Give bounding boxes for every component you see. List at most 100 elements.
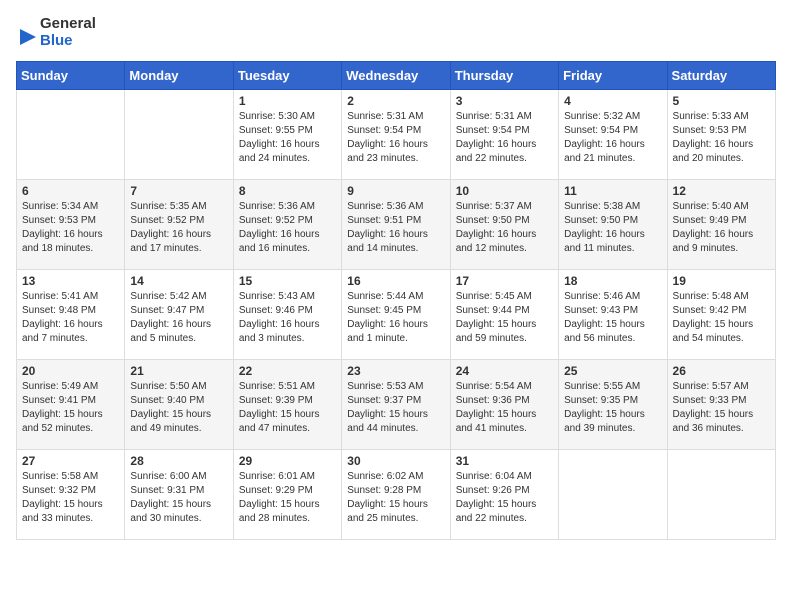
calendar-cell: 13 Sunrise: 5:41 AM Sunset: 9:48 PM Dayli… — [17, 270, 125, 360]
day-number: 9 — [347, 184, 444, 198]
day-number: 31 — [456, 454, 553, 468]
day-info: Sunrise: 5:31 AM Sunset: 9:54 PM Dayligh… — [347, 110, 444, 166]
day-info: Sunrise: 5:33 AM Sunset: 9:53 PM Dayligh… — [673, 110, 770, 166]
calendar-cell: 30 Sunrise: 6:02 AM Sunset: 9:28 PM Dayli… — [342, 450, 450, 540]
calendar-cell: 31 Sunrise: 6:04 AM Sunset: 9:26 PM Dayli… — [450, 450, 558, 540]
calendar-cell: 16Sunrise: 5:44 AM Sunset: 9:45 PM Dayli… — [342, 270, 450, 360]
day-info: Sunrise: 5:46 AM Sunset: 9:43 PM Dayligh… — [564, 290, 661, 346]
day-number: 23 — [347, 364, 444, 378]
day-number: 24 — [456, 364, 553, 378]
calendar-cell — [125, 90, 233, 180]
calendar-cell: 10Sunrise: 5:37 AM Sunset: 9:50 PM Dayli… — [450, 180, 558, 270]
day-info: Sunrise: 5:53 AM Sunset: 9:37 PM Dayligh… — [347, 380, 444, 436]
day-number: 20 — [22, 364, 119, 378]
day-info: Sunrise: 5:49 AM Sunset: 9:41 PM Dayligh… — [22, 380, 119, 436]
day-number: 13 — [22, 274, 119, 288]
calendar-cell: 22Sunrise: 5:51 AM Sunset: 9:39 PM Dayli… — [233, 360, 341, 450]
day-info: Sunrise: 5:57 AM Sunset: 9:33 PM Dayligh… — [673, 380, 770, 436]
day-number: 4 — [564, 94, 661, 108]
calendar-cell: 12 Sunrise: 5:40 AM Sunset: 9:49 PM Dayli… — [667, 180, 775, 270]
day-number: 27 — [22, 454, 119, 468]
day-info: Sunrise: 6:00 AM Sunset: 9:31 PM Dayligh… — [130, 470, 227, 526]
calendar-cell: 3Sunrise: 5:31 AM Sunset: 9:54 PM Daylig… — [450, 90, 558, 180]
day-info: Sunrise: 5:50 AM Sunset: 9:40 PM Dayligh… — [130, 380, 227, 436]
column-header-saturday: Saturday — [667, 62, 775, 90]
week-row-3: 13 Sunrise: 5:41 AM Sunset: 9:48 PM Dayli… — [17, 270, 776, 360]
calendar-cell — [17, 90, 125, 180]
calendar-cell: 29Sunrise: 6:01 AM Sunset: 9:29 PM Dayli… — [233, 450, 341, 540]
column-header-sunday: Sunday — [17, 62, 125, 90]
week-row-4: 20 Sunrise: 5:49 AM Sunset: 9:41 PM Dayli… — [17, 360, 776, 450]
day-number: 21 — [130, 364, 227, 378]
day-number: 28 — [130, 454, 227, 468]
day-info: Sunrise: 5:58 AM Sunset: 9:32 PM Dayligh… — [22, 470, 119, 526]
day-number: 1 — [239, 94, 336, 108]
day-info: Sunrise: 5:40 AM Sunset: 9:49 PM Dayligh… — [673, 200, 770, 256]
calendar-cell: 2 Sunrise: 5:31 AM Sunset: 9:54 PM Daylig… — [342, 90, 450, 180]
calendar-cell: 5 Sunrise: 5:33 AM Sunset: 9:53 PM Daylig… — [667, 90, 775, 180]
calendar-cell: 4Sunrise: 5:32 AM Sunset: 9:54 PM Daylig… — [559, 90, 667, 180]
day-info: Sunrise: 6:02 AM Sunset: 9:28 PM Dayligh… — [347, 470, 444, 526]
day-info: Sunrise: 5:36 AM Sunset: 9:51 PM Dayligh… — [347, 200, 444, 256]
day-number: 30 — [347, 454, 444, 468]
day-number: 25 — [564, 364, 661, 378]
calendar-cell: 26 Sunrise: 5:57 AM Sunset: 9:33 PM Dayli… — [667, 360, 775, 450]
calendar-cell: 19 Sunrise: 5:48 AM Sunset: 9:42 PM Dayli… — [667, 270, 775, 360]
day-info: Sunrise: 5:42 AM Sunset: 9:47 PM Dayligh… — [130, 290, 227, 346]
day-info: Sunrise: 5:54 AM Sunset: 9:36 PM Dayligh… — [456, 380, 553, 436]
week-row-5: 27 Sunrise: 5:58 AM Sunset: 9:32 PM Dayli… — [17, 450, 776, 540]
day-info: Sunrise: 6:04 AM Sunset: 9:26 PM Dayligh… — [456, 470, 553, 526]
day-info: Sunrise: 5:51 AM Sunset: 9:39 PM Dayligh… — [239, 380, 336, 436]
calendar-cell: 25 Sunrise: 5:55 AM Sunset: 9:35 PM Dayli… — [559, 360, 667, 450]
logo: GeneralBlue — [16, 16, 96, 49]
day-info: Sunrise: 5:43 AM Sunset: 9:46 PM Dayligh… — [239, 290, 336, 346]
day-number: 2 — [347, 94, 444, 108]
calendar-cell: 23 Sunrise: 5:53 AM Sunset: 9:37 PM Dayli… — [342, 360, 450, 450]
day-number: 17 — [456, 274, 553, 288]
day-number: 15 — [239, 274, 336, 288]
day-number: 11 — [564, 184, 661, 198]
logo-general-text: General — [40, 16, 96, 33]
column-header-tuesday: Tuesday — [233, 62, 341, 90]
calendar-header-row: SundayMondayTuesdayWednesdayThursdayFrid… — [17, 62, 776, 90]
day-info: Sunrise: 5:36 AM Sunset: 9:52 PM Dayligh… — [239, 200, 336, 256]
day-info: Sunrise: 6:01 AM Sunset: 9:29 PM Dayligh… — [239, 470, 336, 526]
day-info: Sunrise: 5:30 AM Sunset: 9:55 PM Dayligh… — [239, 110, 336, 166]
calendar-cell: 1 Sunrise: 5:30 AM Sunset: 9:55 PM Daylig… — [233, 90, 341, 180]
calendar-cell: 9 Sunrise: 5:36 AM Sunset: 9:51 PM Daylig… — [342, 180, 450, 270]
day-number: 10 — [456, 184, 553, 198]
day-info: Sunrise: 5:38 AM Sunset: 9:50 PM Dayligh… — [564, 200, 661, 256]
logo-blue-text: Blue — [40, 33, 96, 50]
day-number: 14 — [130, 274, 227, 288]
day-number: 8 — [239, 184, 336, 198]
day-info: Sunrise: 5:41 AM Sunset: 9:48 PM Dayligh… — [22, 290, 119, 346]
calendar-cell — [559, 450, 667, 540]
day-info: Sunrise: 5:31 AM Sunset: 9:54 PM Dayligh… — [456, 110, 553, 166]
calendar-cell: 24 Sunrise: 5:54 AM Sunset: 9:36 PM Dayli… — [450, 360, 558, 450]
column-header-wednesday: Wednesday — [342, 62, 450, 90]
day-number: 19 — [673, 274, 770, 288]
calendar-cell: 20 Sunrise: 5:49 AM Sunset: 9:41 PM Dayli… — [17, 360, 125, 450]
calendar-table: SundayMondayTuesdayWednesdayThursdayFrid… — [16, 61, 776, 540]
calendar-cell: 27 Sunrise: 5:58 AM Sunset: 9:32 PM Dayli… — [17, 450, 125, 540]
day-number: 16 — [347, 274, 444, 288]
day-info: Sunrise: 5:55 AM Sunset: 9:35 PM Dayligh… — [564, 380, 661, 436]
day-number: 12 — [673, 184, 770, 198]
week-row-1: 1 Sunrise: 5:30 AM Sunset: 9:55 PM Daylig… — [17, 90, 776, 180]
calendar-cell: 6Sunrise: 5:34 AM Sunset: 9:53 PM Daylig… — [17, 180, 125, 270]
calendar-cell: 21 Sunrise: 5:50 AM Sunset: 9:40 PM Dayli… — [125, 360, 233, 450]
calendar-cell — [667, 450, 775, 540]
day-number: 18 — [564, 274, 661, 288]
calendar-cell: 18 Sunrise: 5:46 AM Sunset: 9:43 PM Dayli… — [559, 270, 667, 360]
column-header-monday: Monday — [125, 62, 233, 90]
column-header-friday: Friday — [559, 62, 667, 90]
calendar-cell: 17Sunrise: 5:45 AM Sunset: 9:44 PM Dayli… — [450, 270, 558, 360]
week-row-2: 6Sunrise: 5:34 AM Sunset: 9:53 PM Daylig… — [17, 180, 776, 270]
day-number: 5 — [673, 94, 770, 108]
calendar-cell: 11 Sunrise: 5:38 AM Sunset: 9:50 PM Dayli… — [559, 180, 667, 270]
logo-icon — [16, 19, 36, 47]
day-number: 26 — [673, 364, 770, 378]
column-header-thursday: Thursday — [450, 62, 558, 90]
calendar-cell: 8 Sunrise: 5:36 AM Sunset: 9:52 PM Daylig… — [233, 180, 341, 270]
day-info: Sunrise: 5:48 AM Sunset: 9:42 PM Dayligh… — [673, 290, 770, 346]
